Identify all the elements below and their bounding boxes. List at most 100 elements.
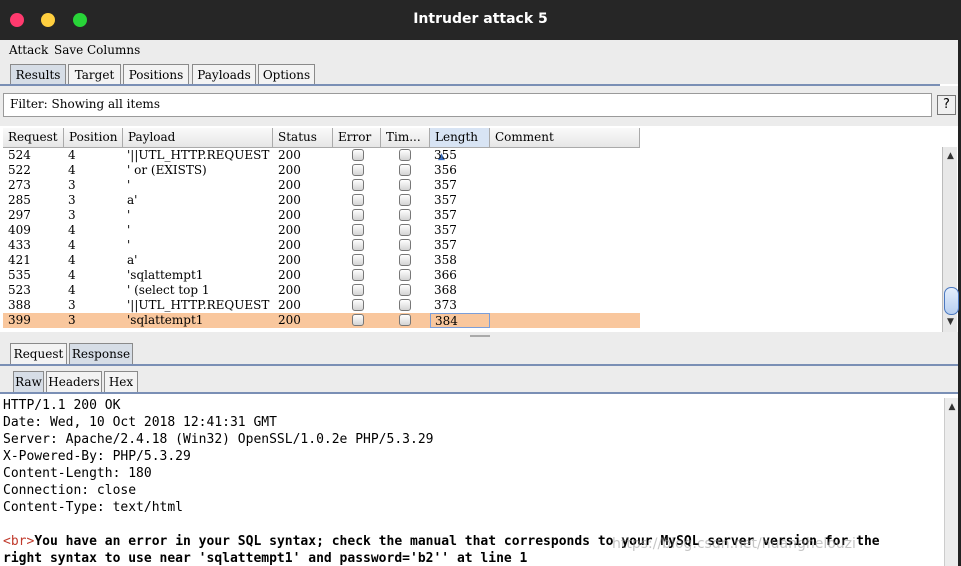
cell-length: 357 [434, 238, 457, 252]
timeout-checkbox [399, 179, 411, 191]
table-row[interactable]: 524 4 '||UTL_HTTP.REQUEST 200 355 [3, 148, 640, 163]
cell-length: 357 [434, 208, 457, 222]
response-line: Server: Apache/2.4.18 (Win32) OpenSSL/1.… [3, 432, 434, 447]
cell-position: 3 [68, 178, 76, 192]
cell-status: 200 [278, 193, 301, 207]
tab-positions[interactable]: Positions [123, 64, 189, 85]
response-line: Connection: close [3, 483, 137, 498]
col-position[interactable]: Position [64, 128, 123, 147]
table-scrollbar[interactable]: ▲ ▼ [942, 147, 959, 332]
cell-request: 535 [8, 268, 31, 282]
cell-status: 200 [278, 238, 301, 252]
error-checkbox [352, 254, 364, 266]
cell-request: 433 [8, 238, 31, 252]
error-checkbox [352, 284, 364, 296]
table-row[interactable]: 409 4 ' 200 357 [3, 223, 640, 238]
error-checkbox [352, 314, 364, 326]
filter-bar[interactable]: Filter: Showing all items [3, 93, 932, 117]
tab-response[interactable]: Response [69, 343, 133, 364]
cell-request: 297 [8, 208, 31, 222]
cell-position: 4 [68, 238, 76, 252]
error-checkbox [352, 209, 364, 221]
cell-payload: '||UTL_HTTP.REQUEST [127, 148, 270, 162]
error-checkbox [352, 299, 364, 311]
col-status[interactable]: Status [273, 128, 333, 147]
timeout-checkbox [399, 224, 411, 236]
table-header: Request Position Payload Status Error Ti… [3, 128, 640, 162]
cell-length: 355 [434, 148, 457, 162]
cell-position: 4 [68, 268, 76, 282]
tab-raw[interactable]: Raw [13, 371, 44, 393]
col-comment[interactable]: Comment [490, 128, 640, 147]
col-length-label: Length [435, 130, 479, 144]
cell-payload: ' [127, 208, 131, 222]
cell-payload: ' (select top 1 [127, 283, 210, 297]
scroll-down-icon[interactable]: ▼ [943, 315, 958, 329]
response-line: Content-Type: text/html [3, 500, 184, 515]
error-checkbox [352, 149, 364, 161]
response-line: Content-Length: 180 [3, 466, 152, 481]
table-row[interactable]: 433 4 ' 200 357 [3, 238, 640, 253]
cell-status: 200 [278, 268, 301, 282]
cell-request: 285 [8, 193, 31, 207]
response-line: X-Powered-By: PHP/5.3.29 [3, 449, 191, 464]
table-row[interactable]: 273 3 ' 200 357 [3, 178, 640, 193]
tab-payloads[interactable]: Payloads [192, 64, 256, 85]
tab-hex[interactable]: Hex [104, 371, 138, 393]
response-line: HTTP/1.1 200 OK [3, 398, 121, 413]
table-row[interactable]: 388 3 '||UTL_HTTP.REQUEST 200 373 [3, 298, 640, 313]
cell-length: 357 [434, 223, 457, 237]
help-button[interactable]: ? [937, 95, 956, 115]
tab-results[interactable]: Results [10, 64, 66, 85]
cell-status: 200 [278, 178, 301, 192]
tab-options[interactable]: Options [258, 64, 315, 85]
tab-target[interactable]: Target [68, 64, 121, 85]
col-payload[interactable]: Payload [123, 128, 273, 147]
cell-status: 200 [278, 313, 301, 327]
tab-headers[interactable]: Headers [46, 371, 102, 393]
col-request[interactable]: Request [3, 128, 64, 147]
col-length[interactable]: Length ▲ [430, 128, 490, 162]
cell-request: 388 [8, 298, 31, 312]
cell-payload: ' or (EXISTS) [127, 163, 207, 177]
cell-length: 356 [434, 163, 457, 177]
cell-length: 357 [434, 193, 457, 207]
table-empty-area [640, 128, 942, 332]
col-timeout[interactable]: Tim... [381, 128, 430, 147]
cell-position: 3 [68, 298, 76, 312]
table-row[interactable]: 535 4 'sqlattempt1 200 366 [3, 268, 640, 283]
table-row[interactable]: 285 3 a' 200 357 [3, 193, 640, 208]
menu-attack[interactable]: Attack [9, 43, 48, 57]
tab-request[interactable]: Request [10, 343, 67, 364]
br-tag: <br> [3, 534, 35, 549]
splitter-grip-icon[interactable] [470, 335, 490, 337]
cell-status: 200 [278, 223, 301, 237]
cell-length: 368 [434, 283, 457, 297]
menu-save[interactable]: Save [54, 43, 83, 57]
menu-columns[interactable]: Columns [87, 43, 140, 57]
error-checkbox [352, 194, 364, 206]
scroll-up-icon[interactable]: ▲ [945, 400, 959, 414]
scroll-thumb[interactable] [944, 287, 959, 315]
cell-request: 273 [8, 178, 31, 192]
scroll-up-icon[interactable]: ▲ [943, 149, 958, 163]
cell-position: 4 [68, 283, 76, 297]
cell-position: 3 [68, 193, 76, 207]
cell-status: 200 [278, 148, 301, 162]
cell-status: 200 [278, 253, 301, 267]
cell-payload: '||UTL_HTTP.REQUEST [127, 298, 270, 312]
cell-position: 3 [68, 208, 76, 222]
format-tabs: Raw Headers Hex [0, 366, 958, 394]
response-scrollbar[interactable]: ▲ [944, 398, 958, 566]
col-error[interactable]: Error [333, 128, 381, 147]
table-row[interactable]: 523 4 ' (select top 1 200 368 [3, 283, 640, 298]
timeout-checkbox [399, 239, 411, 251]
table-row[interactable]: 421 4 a' 200 358 [3, 253, 640, 268]
cell-request: 523 [8, 283, 31, 297]
cell-payload: ' [127, 178, 131, 192]
table-row[interactable]: 522 4 ' or (EXISTS) 200 356 [3, 163, 640, 178]
table-row[interactable]: 297 3 ' 200 357 [3, 208, 640, 223]
cell-payload: ' [127, 238, 131, 252]
table-row[interactable]: 399 3 'sqlattempt1 200 384 [3, 313, 640, 328]
cell-payload: a' [127, 193, 138, 207]
